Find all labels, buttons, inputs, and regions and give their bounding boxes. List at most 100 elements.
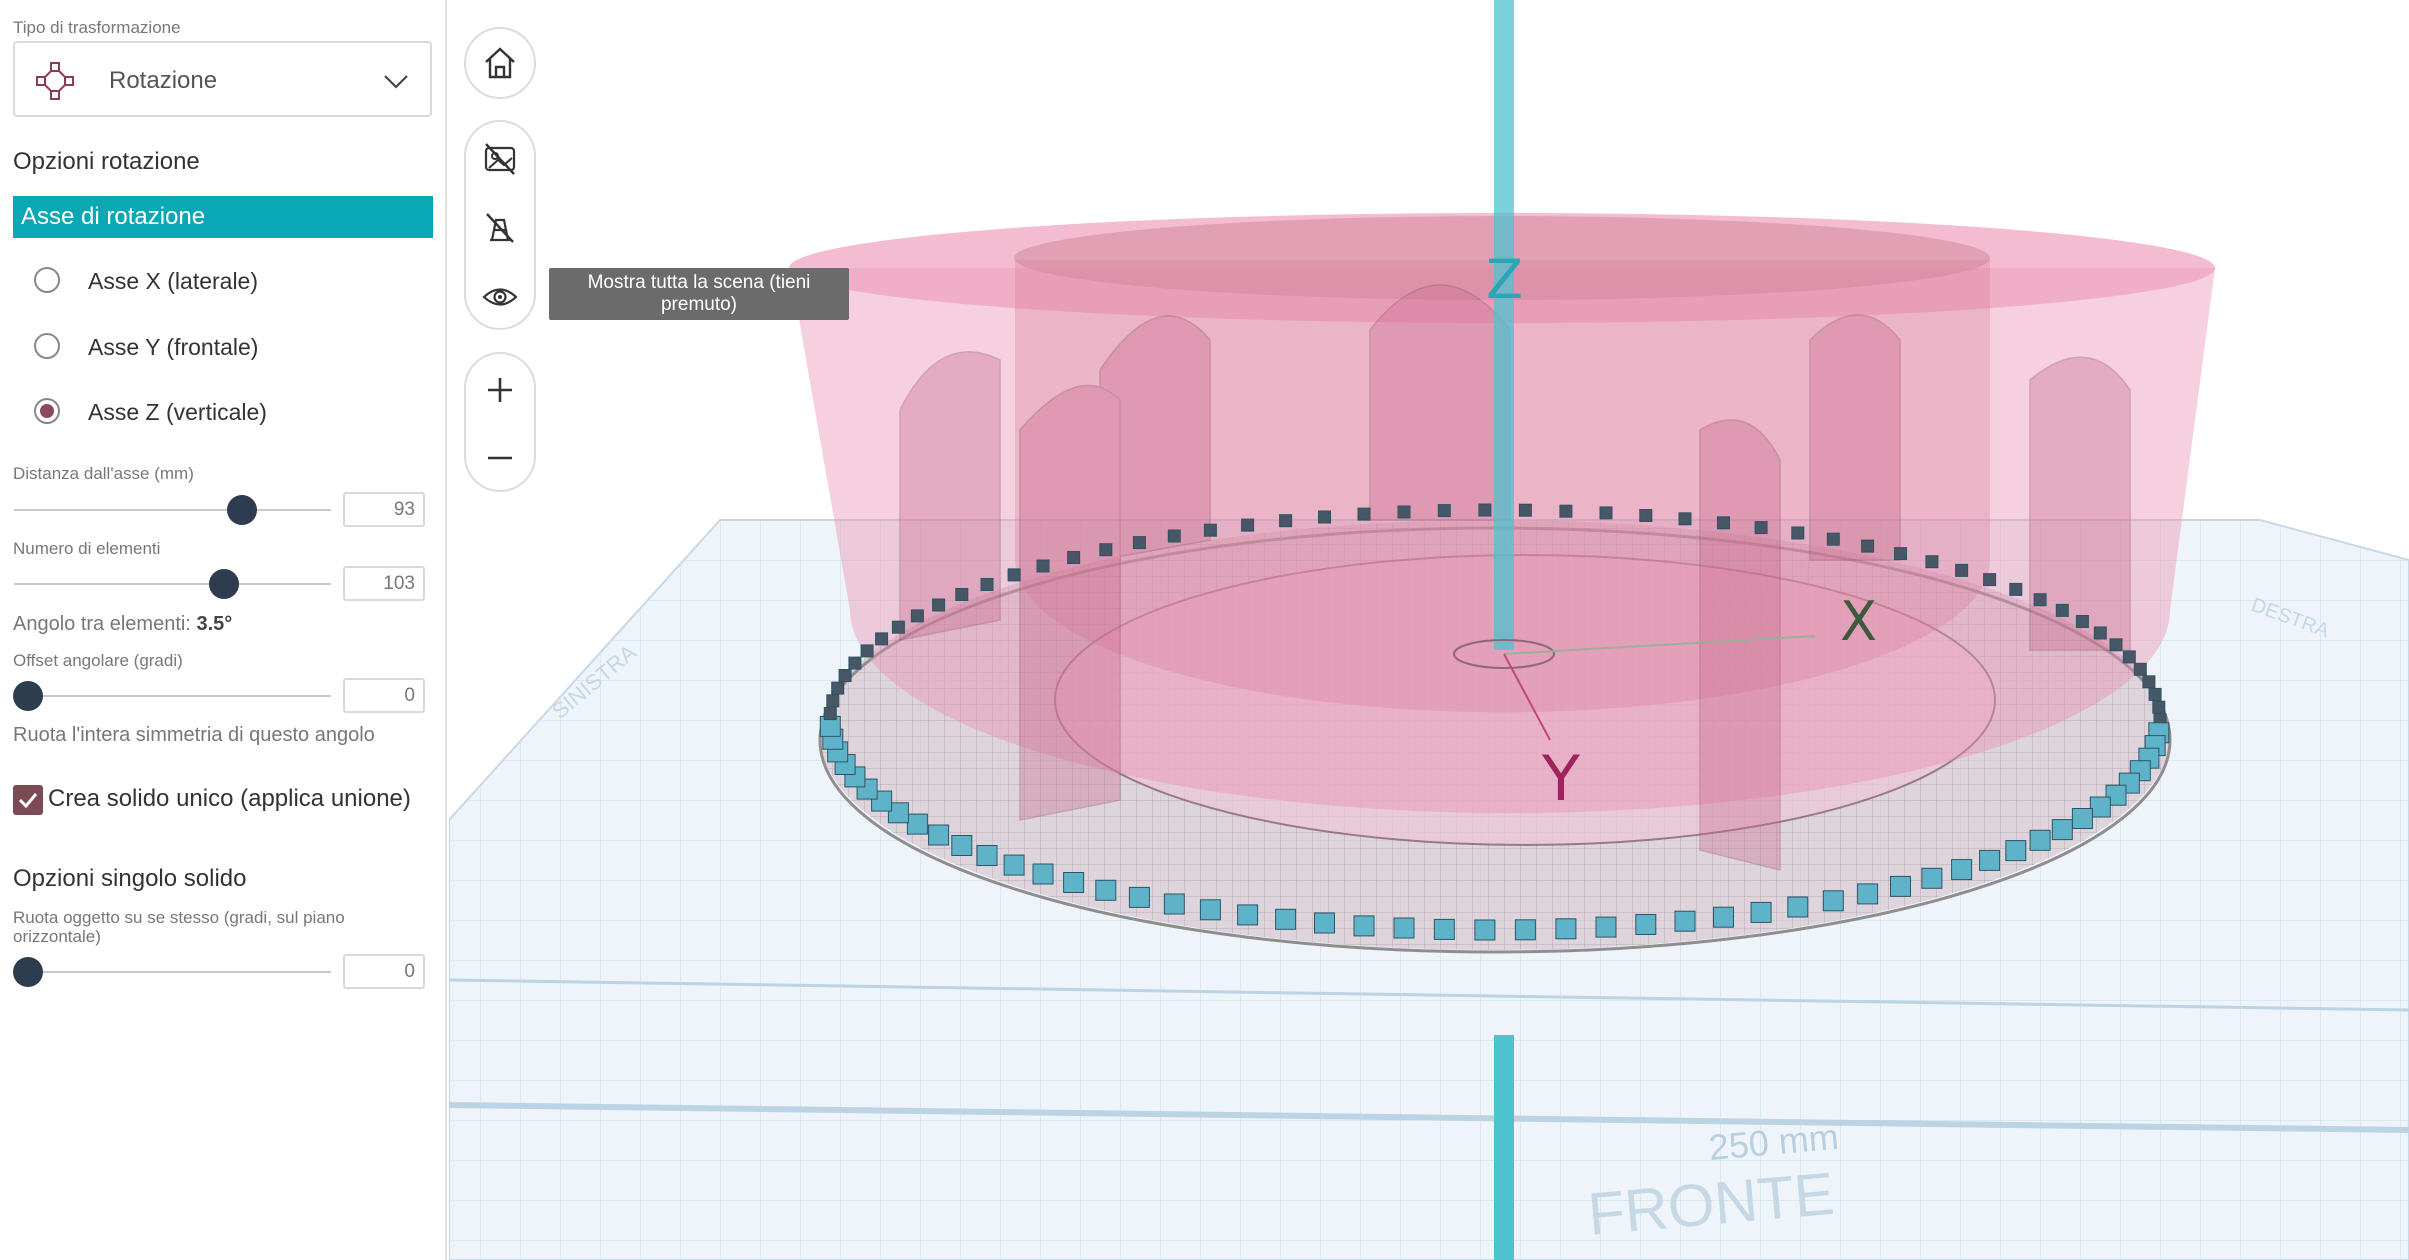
tooth xyxy=(1678,512,1692,526)
tooth xyxy=(1237,904,1259,926)
tooth xyxy=(1478,503,1492,517)
count-label: Numero di elementi xyxy=(13,539,161,558)
count-slider-thumb[interactable] xyxy=(209,569,239,599)
z-axis-lower xyxy=(1494,1035,1514,1260)
count-slider-track[interactable] xyxy=(14,583,331,585)
tooth xyxy=(860,644,874,658)
single-solid-title: Opzioni singolo solido xyxy=(13,865,247,892)
single-rotate-input[interactable]: 0 xyxy=(343,954,425,989)
tooth xyxy=(1199,899,1221,921)
tooth xyxy=(1822,890,1844,912)
tooth xyxy=(1983,573,1997,587)
tooth xyxy=(1357,507,1371,521)
tooth xyxy=(891,620,905,634)
tooth xyxy=(1857,883,1879,905)
tooth xyxy=(2051,819,2073,841)
tooth xyxy=(823,707,837,721)
angle-info: Angolo tra elementi: 3.5° xyxy=(13,613,232,636)
transform-type-select[interactable]: Rotazione xyxy=(13,41,432,117)
radio-axis-x-label[interactable]: Asse X (laterale) xyxy=(88,268,258,295)
tooth xyxy=(976,845,998,866)
tooth xyxy=(2142,675,2156,689)
union-checkbox[interactable] xyxy=(13,785,43,815)
radio-axis-y[interactable] xyxy=(34,333,60,359)
tooth xyxy=(1595,916,1617,938)
home-button[interactable] xyxy=(466,29,534,97)
tooth xyxy=(1063,872,1085,893)
home-toolbar xyxy=(464,27,536,99)
tooth xyxy=(1036,559,1050,573)
count-input[interactable]: 103 xyxy=(343,566,425,601)
radio-axis-x[interactable] xyxy=(34,267,60,293)
show-scene-button[interactable] xyxy=(466,263,534,331)
tooth xyxy=(1353,915,1375,937)
tooth xyxy=(1128,886,1150,908)
zoom-out-button[interactable] xyxy=(466,424,534,492)
minus-icon xyxy=(488,456,512,460)
rotate-transform-icon xyxy=(36,62,74,100)
plus-icon xyxy=(488,378,512,402)
distance-input[interactable]: 93 xyxy=(343,492,425,527)
zoom-in-button[interactable] xyxy=(466,356,534,424)
tooth xyxy=(1674,910,1696,932)
radio-axis-z-label[interactable]: Asse Z (verticale) xyxy=(88,399,267,426)
single-rotate-slider-track[interactable] xyxy=(14,971,331,973)
tooth xyxy=(1717,516,1730,530)
offset-slider-track[interactable] xyxy=(14,695,331,697)
tooth xyxy=(2152,700,2166,714)
tooth xyxy=(1921,867,1943,889)
rotation-axis-header: Asse di rotazione xyxy=(13,196,433,238)
tooth xyxy=(1894,547,1907,561)
radio-axis-z[interactable] xyxy=(34,398,60,424)
tooth xyxy=(1826,532,1840,546)
zoom-toolbar xyxy=(464,352,536,492)
printer-off-icon xyxy=(486,213,514,243)
hide-bed-button[interactable] xyxy=(466,194,534,262)
single-rotate-label: Ruota oggetto su se stesso (gradi, sul p… xyxy=(13,908,345,946)
tooth xyxy=(1003,854,1025,876)
offset-input[interactable]: 0 xyxy=(343,678,425,713)
tooth xyxy=(2055,603,2069,617)
offset-slider-thumb[interactable] xyxy=(13,681,43,711)
tooth xyxy=(1099,543,1113,557)
tooth xyxy=(2148,687,2162,701)
transform-select-value: Rotazione xyxy=(109,67,218,94)
eye-icon xyxy=(482,288,518,306)
tooth xyxy=(2033,593,2047,607)
distance-slider-thumb[interactable] xyxy=(227,495,257,525)
tooth xyxy=(1559,504,1573,518)
tooth xyxy=(831,681,845,695)
tooth xyxy=(1514,919,1536,941)
tooth xyxy=(951,835,973,856)
transform-type-label: Tipo di trasformazione xyxy=(13,18,181,37)
union-checkbox-label[interactable]: Crea solido unico (applica unione) xyxy=(48,785,411,813)
tooth xyxy=(932,598,946,612)
tooth xyxy=(2093,626,2107,640)
tooth xyxy=(1167,529,1181,543)
tooth xyxy=(1750,901,1772,923)
scene-canvas[interactable]: 250 mm FRONTE SINISTRA DESTRA Z X Y xyxy=(449,0,2409,1260)
tooth xyxy=(1955,563,1969,577)
tooth xyxy=(1203,523,1217,537)
home-icon xyxy=(485,47,515,79)
tooth xyxy=(1007,568,1021,582)
single-rotate-slider-thumb[interactable] xyxy=(13,957,43,987)
tooth xyxy=(1393,917,1415,939)
3d-viewport[interactable]: 250 mm FRONTE SINISTRA DESTRA Z X Y xyxy=(449,0,2409,1260)
tooth xyxy=(1032,863,1054,885)
distance-slider-track[interactable] xyxy=(14,509,331,511)
radio-axis-y-label[interactable]: Asse Y (frontale) xyxy=(88,334,258,361)
angle-info-label: Angolo tra elementi: xyxy=(13,613,191,635)
z-axis-label: Z xyxy=(1486,248,1523,311)
tooth xyxy=(1318,510,1331,524)
tooth xyxy=(1279,514,1293,528)
angle-info-value: 3.5° xyxy=(196,613,233,635)
tooth xyxy=(1639,509,1653,522)
tooth xyxy=(838,669,852,682)
hide-background-button[interactable] xyxy=(466,125,534,193)
tooth xyxy=(2133,662,2147,676)
tooth xyxy=(1518,503,1532,517)
tooth xyxy=(1474,919,1496,941)
tooth xyxy=(1397,505,1411,519)
tooth xyxy=(2029,829,2051,851)
